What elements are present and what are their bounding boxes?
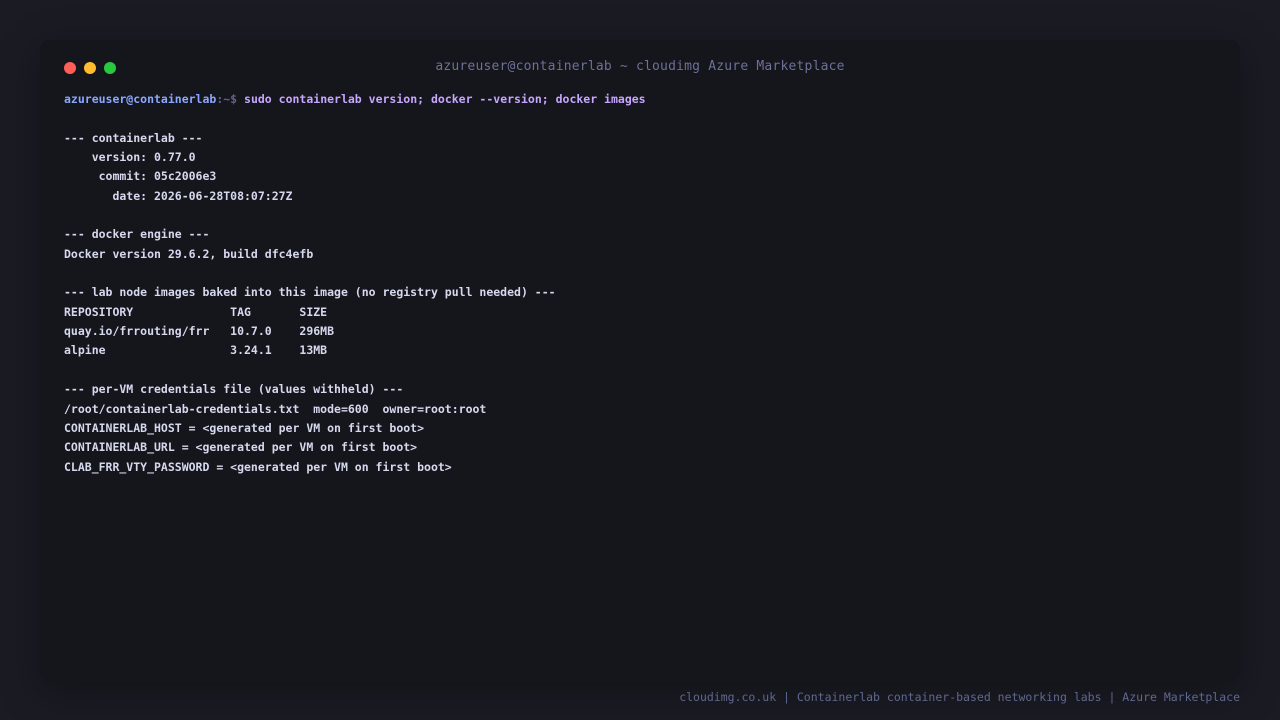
output-line: alpine 3.24.1 13MB xyxy=(64,343,328,358)
output-line: --- containerlab --- xyxy=(64,130,203,145)
output-line: --- docker engine --- xyxy=(64,227,210,242)
output-line: Docker version 29.6.2, build dfc4efb xyxy=(64,246,314,261)
terminal-output[interactable]: azureuser@containerlab:~$ sudo container… xyxy=(64,90,1216,477)
title-bar: azureuser@containerlab ~ cloudimg Azure … xyxy=(40,40,1240,96)
terminal-window: azureuser@containerlab ~ cloudimg Azure … xyxy=(40,40,1240,682)
output-line: REPOSITORY TAG SIZE xyxy=(64,304,328,319)
footer-caption: cloudimg.co.uk | Containerlab container-… xyxy=(679,690,1240,704)
output-line: commit: 05c2006e3 xyxy=(64,169,217,184)
prompt-user-host: azureuser@containerlab xyxy=(64,92,217,106)
output-line: version: 0.77.0 xyxy=(64,150,196,165)
output-line: /root/containerlab-credentials.txt mode=… xyxy=(64,401,487,416)
prompt-command: sudo containerlab version; docker --vers… xyxy=(244,92,646,106)
window-title: azureuser@containerlab ~ cloudimg Azure … xyxy=(435,59,845,74)
output-line: CONTAINERLAB_HOST = <generated per VM on… xyxy=(64,420,425,435)
output-line: date: 2026-06-28T08:07:27Z xyxy=(64,188,293,203)
output-line: quay.io/frrouting/frr 10.7.0 296MB xyxy=(64,324,335,339)
prompt-path: :~$ xyxy=(216,92,245,106)
output-line: CONTAINERLAB_URL = <generated per VM on … xyxy=(64,440,418,455)
output-line: --- per-VM credentials file (values with… xyxy=(64,382,404,397)
prompt-line: azureuser@containerlab:~$ sudo container… xyxy=(64,90,1216,109)
output-line: --- lab node images baked into this imag… xyxy=(64,285,556,300)
output-line: CLAB_FRR_VTY_PASSWORD = <generated per V… xyxy=(64,459,452,474)
